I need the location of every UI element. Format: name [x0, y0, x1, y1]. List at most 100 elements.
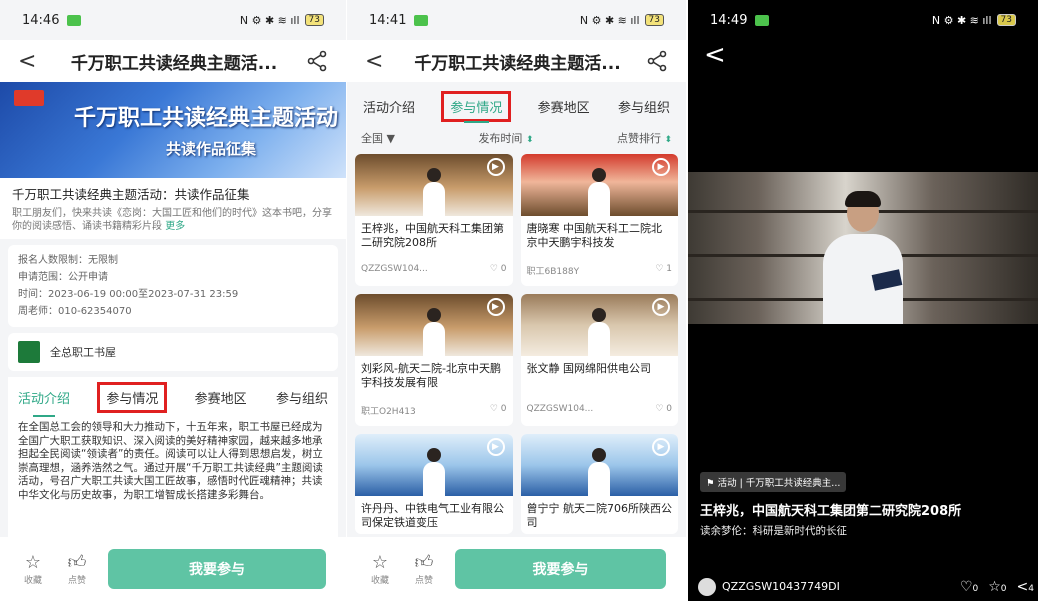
- video-card[interactable]: ▶ 张文静 国网绵阳供电公司 QZZGSW104... ♡ 0: [520, 294, 678, 426]
- tab-regions[interactable]: 参赛地区: [193, 382, 249, 413]
- person-figure: [588, 308, 611, 356]
- author-info[interactable]: QZZGSW10437749DI: [698, 578, 840, 596]
- organizer-name: 全总职工书屋: [50, 346, 116, 359]
- like-count: 0: [972, 584, 979, 594]
- activity-meta: 报名人数限制：无限制 申请范围：公开申请 时间：2023-06-19 00:00…: [8, 245, 338, 327]
- video-thumbnail: ▶: [520, 294, 678, 356]
- meta-limit: 报名人数限制：无限制: [18, 255, 118, 266]
- video-card[interactable]: ▶ 刘彩风-航天二院-北京中天鹏宇科技发展有限 职工O2H413 ♡ 0: [355, 294, 513, 426]
- library-logo-icon: [18, 341, 40, 363]
- tab-participation[interactable]: 参与情况: [441, 91, 512, 123]
- tab-participation[interactable]: 参与情况: [97, 382, 168, 413]
- video-title: 许丹丹、中铁电气工业有限公司保定铁道变压: [361, 502, 504, 529]
- thumbs-up-icon: 👍︎: [414, 551, 434, 573]
- activity-article: 在全国总工会的领导和大力推动下，十五年来，职工书屋已经成为全国广大职工获取知识、…: [8, 413, 338, 541]
- favorite-button[interactable]: ☆ 收藏: [20, 552, 46, 586]
- play-icon: ▶: [652, 298, 670, 316]
- meta-scope: 申请范围：公开申请: [18, 272, 108, 283]
- tab-regions[interactable]: 参赛地区: [536, 91, 592, 122]
- speaker-figure: [823, 191, 903, 324]
- like-button[interactable]: 👍︎ 点赞: [411, 551, 437, 586]
- video-card[interactable]: ▶ 曾宁宁 航天二院706所陕西公司: [520, 434, 678, 534]
- bottom-bar: ☆ 收藏 👍︎ 点赞 我要参与: [347, 537, 686, 601]
- person-figure: [422, 308, 445, 356]
- video-thumbnail: ▶: [355, 434, 513, 496]
- region-filter[interactable]: 全国 ▼: [361, 130, 395, 146]
- video-likes: ♡ 1: [655, 264, 672, 274]
- share-icon[interactable]: [646, 50, 668, 72]
- person-figure: [588, 448, 611, 496]
- sort-likes-label: 点赞排行: [616, 132, 661, 145]
- share-button[interactable]: <4: [1017, 579, 1034, 595]
- tab-organizations[interactable]: 参与组织: [274, 382, 330, 413]
- like-label: 点赞: [67, 575, 86, 586]
- sort-time[interactable]: 发布时间 ⬍: [478, 130, 533, 146]
- back-icon[interactable]: <: [365, 49, 389, 74]
- emblem-icon: [14, 90, 44, 106]
- sort-time-label: 发布时间: [478, 132, 523, 145]
- like-label: 点赞: [414, 575, 433, 586]
- activity-intro: 千万职工共读经典主题活动：共读作品征集 职工朋友们，快来共读《恋岗：大国工匠和他…: [0, 178, 346, 239]
- screen-video-player: 14:49 N ⚙ ✱ ≋ ıll 73 < ⚑ 活动 | 千万职工共读经典主..…: [688, 0, 1038, 601]
- status-bar: 14:41 N ⚙ ✱ ≋ ıll 73: [347, 0, 686, 40]
- video-likes: ♡ 0: [489, 404, 507, 414]
- favorite-count: 0: [1000, 584, 1007, 594]
- banner-title: 千万职工共读经典主题活动: [73, 105, 338, 131]
- like-button[interactable]: ♡0: [960, 579, 978, 595]
- video-grid: ▶ 王梓兆，中国航天科工集团第二研究院208所 QZZGSW104... ♡ 0 …: [347, 154, 686, 534]
- video-player[interactable]: [688, 172, 1038, 324]
- person-figure: [588, 168, 611, 216]
- share-icon: <: [1016, 579, 1029, 595]
- sort-likes[interactable]: 点赞排行 ⬍: [617, 130, 672, 146]
- favorite-label: 收藏: [370, 575, 389, 586]
- activity-tag[interactable]: ⚑ 活动 | 千万职工共读经典主...: [700, 472, 847, 492]
- tab-intro[interactable]: 活动介绍: [16, 382, 72, 417]
- video-card[interactable]: ▶ 唐晓寒 中国航天科工二院北京中天鹏宇科技发 职工6B188Y ♡ 1: [520, 154, 678, 286]
- play-icon: ▶: [652, 438, 670, 456]
- video-author: QZZGSW104...: [361, 264, 428, 274]
- organizer-card[interactable]: 全总职工书屋: [8, 333, 338, 371]
- video-title: 张文静 国网绵阳供电公司: [526, 362, 652, 375]
- video-subtitle: 读余梦伦：科研是新时代的长征: [700, 525, 847, 537]
- status-time: 14:46: [22, 12, 60, 28]
- activity-tag-label: 活动 | 千万职工共读经典主...: [717, 478, 841, 489]
- join-button[interactable]: 我要参与: [108, 549, 326, 589]
- share-count: 4: [1028, 584, 1034, 594]
- status-time: 14:49: [710, 12, 748, 28]
- video-card[interactable]: ▶ 许丹丹、中铁电气工业有限公司保定铁道变压: [355, 434, 513, 534]
- sim-icon: [755, 14, 770, 26]
- play-icon: ▶: [486, 298, 505, 316]
- avatar: [698, 578, 716, 596]
- more-link[interactable]: 更多: [165, 221, 185, 232]
- banner-subtitle: 共读作品征集: [165, 140, 256, 158]
- bottom-bar: ☆ 收藏 👍︎ 点赞 我要参与: [0, 537, 346, 601]
- page-title: 千万职工共读经典主题活...: [70, 53, 278, 74]
- share-icon[interactable]: [306, 50, 328, 72]
- speaker-hair: [845, 191, 881, 207]
- tab-organizations[interactable]: 参与组织: [616, 91, 672, 122]
- video-card[interactable]: ▶ 王梓兆，中国航天科工集团第二研究院208所 QZZGSW104... ♡ 0: [355, 154, 513, 286]
- page-title: 千万职工共读经典主题活...: [414, 53, 621, 74]
- like-count: 1: [666, 264, 672, 274]
- meta-time: 时间：2023-06-19 00:00至2023-07-31 23:59: [18, 289, 239, 300]
- video-footer: QZZGSW10437749DI ♡0 ☆0 <4: [698, 578, 1034, 596]
- star-icon: ☆: [371, 551, 389, 573]
- favorite-button[interactable]: ☆0: [988, 579, 1006, 595]
- video-thumbnail: ▶: [520, 434, 678, 496]
- status-icons: N ⚙ ✱ ≋ ıll: [239, 13, 300, 27]
- status-time: 14:41: [369, 12, 407, 28]
- like-count: 0: [666, 404, 672, 414]
- join-button[interactable]: 我要参与: [455, 549, 666, 589]
- thumbs-up-icon: 👍︎: [67, 551, 87, 573]
- video-author: 职工6B188Y: [526, 267, 580, 277]
- sort-icon: ⬍: [664, 135, 672, 145]
- tab-intro[interactable]: 活动介绍: [361, 91, 417, 122]
- battery-icon: 73: [996, 14, 1016, 26]
- favorite-button[interactable]: ☆ 收藏: [367, 551, 393, 586]
- filter-bar: 全国 ▼ 发布时间 ⬍ 点赞排行 ⬍: [347, 122, 686, 154]
- battery-icon: 73: [644, 14, 664, 26]
- tab-bar: 活动介绍 参与情况 参赛地区 参与组织: [8, 377, 338, 417]
- back-icon[interactable]: <: [18, 49, 42, 74]
- like-button[interactable]: 👍︎ 点赞: [64, 551, 90, 586]
- back-icon[interactable]: <: [704, 40, 726, 70]
